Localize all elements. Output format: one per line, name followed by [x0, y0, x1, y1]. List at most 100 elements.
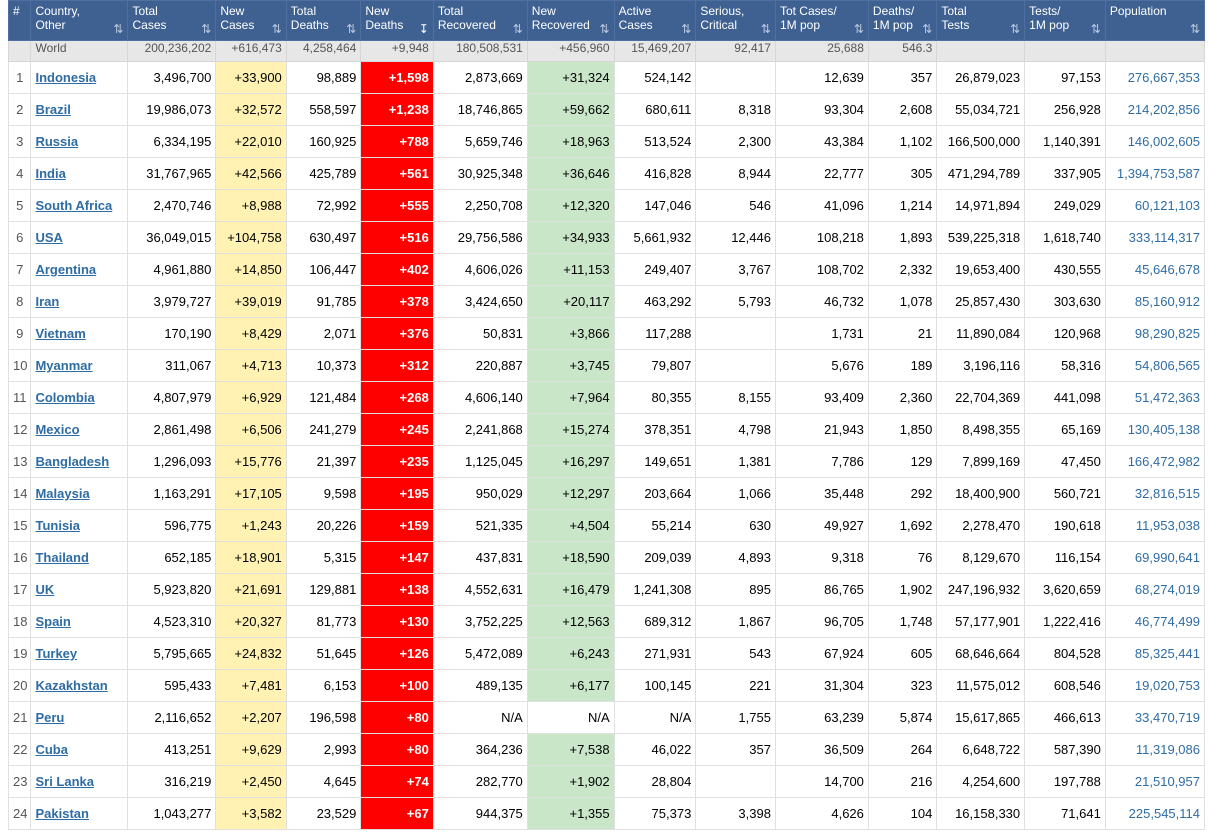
column-header-new-recovered[interactable]: New Recovered ⇅	[526, 0, 615, 41]
table-row: 8 Iran 3,979,727 +39,019 91,785 +378 3,424,650…	[7, 285, 1206, 318]
cell-total-tests: 14,971,894	[936, 189, 1026, 222]
column-header-total-tests[interactable]: Total Tests ⇅	[936, 0, 1026, 41]
cell-total-deaths: 106,447	[285, 253, 362, 286]
table-row: 13 Bangladesh 1,296,093 +15,776 21,397 +235 1,…	[7, 445, 1206, 478]
country-link[interactable]: India	[35, 166, 65, 181]
sort-icon[interactable]: ⇅	[1190, 22, 1200, 36]
sort-icon[interactable]: ⇅	[1091, 22, 1101, 36]
cell-new-cases: +33,900	[215, 61, 287, 94]
country-link[interactable]: Mexico	[35, 422, 79, 437]
cell-active-cases: 689,312	[613, 605, 697, 638]
sort-icon[interactable]: ⇅	[272, 22, 282, 36]
cell-population: 166,472,982	[1104, 445, 1206, 478]
country-link[interactable]: Colombia	[35, 390, 94, 405]
column-header-total-deaths[interactable]: Total Deaths ⇅	[285, 0, 362, 41]
cell-total-cases: 4,523,310	[127, 605, 217, 638]
sort-icon[interactable]: ⇅	[681, 22, 691, 36]
country-link[interactable]: Argentina	[35, 262, 96, 277]
cell-total-deaths: 425,789	[285, 157, 362, 190]
column-header-new-cases[interactable]: New Cases ⇅	[215, 0, 287, 41]
table-header-row: # Country, Other ⇅ Total Cases ⇅ New Cases ⇅ Total…	[7, 0, 1206, 41]
column-header-active-cases[interactable]: Active Cases ⇅	[613, 0, 697, 41]
country-link[interactable]: Thailand	[35, 550, 88, 565]
country-link[interactable]: Spain	[35, 614, 70, 629]
cell-tests-per-1m: 560,721	[1024, 477, 1106, 510]
sort-icon[interactable]: ⇅	[513, 22, 523, 36]
cell-country: Thailand	[30, 541, 129, 574]
country-link[interactable]: Malaysia	[35, 486, 89, 501]
cell-active-cases: 249,407	[613, 253, 697, 286]
cell-cases-per-1m: 35,448	[774, 477, 869, 510]
cell-new-deaths: +561	[360, 157, 434, 190]
column-header-new-deaths[interactable]: New Deaths ↧	[360, 0, 434, 41]
cell-country: Vietnam	[30, 317, 129, 350]
country-link[interactable]: Turkey	[35, 646, 77, 661]
column-header-total-recovered[interactable]: Total Recovered ⇅	[432, 0, 528, 41]
country-link[interactable]: Pakistan	[35, 806, 88, 821]
country-link[interactable]: USA	[35, 230, 62, 245]
cell-active-cases: 100,145	[613, 669, 697, 702]
column-header-rank[interactable]: #	[7, 0, 32, 41]
country-link[interactable]: Cuba	[35, 742, 68, 757]
column-header-total-cases[interactable]: Total Cases ⇅	[127, 0, 217, 41]
cell-total-recovered: 1,125,045	[432, 445, 528, 478]
column-header-cases-per-1m[interactable]: Tot Cases/1M pop ⇅	[774, 0, 869, 41]
cell-total-recovered: 50,831	[432, 317, 528, 350]
country-link[interactable]: Indonesia	[35, 70, 96, 85]
sort-icon[interactable]: ⇅	[761, 22, 771, 36]
column-header-country[interactable]: Country, Other ⇅	[30, 0, 129, 41]
cell-serious: 630	[695, 509, 776, 542]
cell-total-deaths: 4,645	[285, 765, 362, 798]
sort-desc-icon[interactable]: ↧	[419, 22, 429, 36]
country-link[interactable]: Brazil	[35, 102, 70, 117]
country-link[interactable]: Russia	[35, 134, 78, 149]
cell-new-deaths: +555	[360, 189, 434, 222]
cell-cases-per-1m: 86,765	[774, 573, 869, 606]
cell-new-deaths: +159	[360, 509, 434, 542]
sort-icon[interactable]: ⇅	[201, 22, 211, 36]
country-link[interactable]: Myanmar	[35, 358, 92, 373]
cell-tests-per-1m: 47,450	[1024, 445, 1106, 478]
cell-deaths-per-1m: 2,608	[867, 93, 938, 126]
cell-new-deaths: +268	[360, 381, 434, 414]
cell-new-cases: +24,832	[215, 637, 287, 670]
country-link[interactable]: Sri Lanka	[35, 774, 94, 789]
column-header-deaths-per-1m[interactable]: Deaths/1M pop ⇅	[867, 0, 938, 41]
cell-total-deaths: 98,889	[285, 61, 362, 94]
column-header-label: Tests/1M pop	[1029, 4, 1070, 32]
cell-total-recovered: 5,472,089	[432, 637, 528, 670]
cell-total-tests: 18,400,900	[936, 477, 1026, 510]
cell-total-tests: 22,704,369	[936, 381, 1026, 414]
sort-icon[interactable]: ⇅	[854, 22, 864, 36]
sort-icon[interactable]: ⇅	[113, 22, 123, 36]
cell-population: 225,545,114	[1104, 797, 1206, 830]
cell-total-deaths: 21,397	[285, 445, 362, 478]
cell-serious: 3,767	[695, 253, 776, 286]
country-link[interactable]: Vietnam	[35, 326, 85, 341]
country-link[interactable]: Kazakhstan	[35, 678, 107, 693]
cell-tests-per-1m: 430,555	[1024, 253, 1106, 286]
country-link[interactable]: Iran	[35, 294, 59, 309]
country-link[interactable]: Peru	[35, 710, 64, 725]
cell-rank: 10	[7, 349, 32, 382]
column-header-serious[interactable]: Serious, Critical ⇅	[695, 0, 776, 41]
cell-cases-per-1m: 22,777	[774, 157, 869, 190]
cell-serious: 895	[695, 573, 776, 606]
sort-icon[interactable]: ⇅	[600, 22, 610, 36]
column-header-population[interactable]: Population ⇅	[1104, 0, 1206, 41]
country-link[interactable]: Bangladesh	[35, 454, 109, 469]
cell-tests-per-1m: 804,528	[1024, 637, 1106, 670]
cell-new-deaths: +312	[360, 349, 434, 382]
sort-icon[interactable]: ⇅	[346, 22, 356, 36]
cell-total-recovered: 18,746,865	[432, 93, 528, 126]
sort-icon[interactable]: ⇅	[922, 22, 932, 36]
cell-new-recovered: +15,274	[526, 413, 615, 446]
column-header-tests-per-1m[interactable]: Tests/1M pop ⇅	[1024, 0, 1106, 41]
country-link[interactable]: UK	[35, 582, 54, 597]
country-link[interactable]: Tunisia	[35, 518, 80, 533]
cell-population: 85,325,441	[1104, 637, 1206, 670]
cell-total-deaths: 241,279	[285, 413, 362, 446]
country-link[interactable]: South Africa	[35, 198, 112, 213]
cell-country: Bangladesh	[30, 445, 129, 478]
sort-icon[interactable]: ⇅	[1010, 22, 1020, 36]
